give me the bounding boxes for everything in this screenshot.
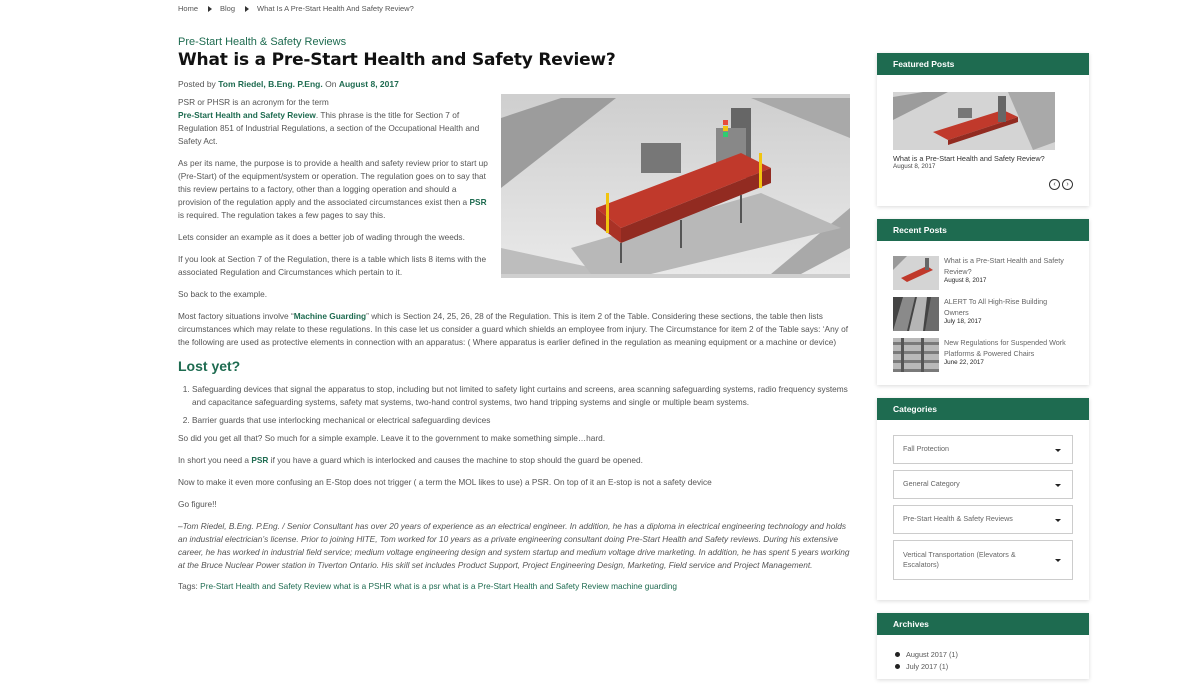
paragraph-5: So back to the example. [178,289,268,299]
paragraph-3: Lets consider an example as it does a be… [178,232,465,242]
slider-nav: ‹ › [1049,179,1073,190]
psr-term-link[interactable]: Pre-Start Health and Safety Review [178,110,316,120]
categories-heading: Categories [877,398,1089,420]
archive-item[interactable]: August 2017 (1) [895,649,1071,660]
recent-post-title[interactable]: What is a Pre-Start Health and Safety Re… [944,256,1073,277]
author-bio: –Tom Riedel, B.Eng. P.Eng. / Senior Cons… [178,521,850,570]
paragraph-10: Go figure!! [178,499,217,509]
recent-post-thumbnail[interactable] [893,297,939,331]
chevron-down-icon [1055,518,1061,522]
category-dropdown-fall-protection[interactable]: Fall Protection [893,435,1073,464]
archive-item[interactable]: July 2017 (1) [895,661,1071,672]
recent-post-item[interactable]: New Regulations for Suspended Work Platf… [893,338,1073,372]
paragraph-4: If you look at Section 7 of the Regulati… [178,254,487,277]
tag-link[interactable]: what is a psr [394,581,441,591]
recent-post-title[interactable]: New Regulations for Suspended Work Platf… [944,338,1073,359]
paragraph-2: As per its name, the purpose is to provi… [178,158,488,220]
recent-posts-heading: Recent Posts [877,219,1089,241]
breadcrumb: Home Blog What Is A Pre-Start Health And… [178,4,414,13]
recent-post-item[interactable]: ALERT To All High-Rise Building Owners J… [893,297,1073,331]
featured-posts-widget: Featured Posts What is a Pre-Start Healt… [877,53,1089,206]
category-dropdown-general[interactable]: General Category [893,470,1073,499]
machine-guarding-link[interactable]: Machine Guarding [294,311,366,321]
category-dropdown-vertical-transportation[interactable]: Vertical Transportation (Elevators & Esc… [893,540,1073,580]
machine-illustration [501,98,850,274]
paragraph-9: Now to make it even more confusing an E-… [178,477,712,487]
tags: Tags: Pre-Start Health and Safety Review… [178,581,850,591]
recent-post-title[interactable]: ALERT To All High-Rise Building Owners [944,297,1073,318]
featured-post-date: August 8, 2017 [893,163,936,170]
tag-link[interactable]: what is a Pre-Start Health and Safety Re… [443,581,609,591]
recent-post-thumbnail[interactable] [893,256,939,290]
list-item: Safeguarding devices that signal the app… [192,383,850,409]
page-title: What is a Pre-Start Health and Safety Re… [178,50,616,70]
chevron-down-icon [1055,448,1061,452]
psr-link[interactable]: PSR [470,197,487,207]
section-heading-lost-yet: Lost yet? [178,358,241,374]
categories-widget: Categories Fall Protection General Categ… [877,398,1089,600]
archives-widget: Archives August 2017 (1) July 2017 (1) [877,613,1089,679]
paragraph-7: So did you get all that? So much for a s… [178,433,606,443]
featured-posts-heading: Featured Posts [877,53,1089,75]
circumstances-list: Safeguarding devices that signal the app… [178,383,850,427]
author-link[interactable]: Tom Riedel, B.Eng. P.Eng. [218,79,323,89]
tag-link[interactable]: what is a PSHR [333,581,391,591]
recent-post-date: June 22, 2017 [944,359,984,366]
posted-by-label: Posted by [178,79,216,89]
breadcrumb-arrow-icon [208,5,213,12]
bullet-icon [895,652,900,657]
psr-link-2[interactable]: PSR [251,455,268,465]
hero-image-machine-guarding [501,94,850,278]
tag-link[interactable]: Pre-Start Health and Safety Review [200,581,331,591]
tag-link[interactable]: machine guarding [611,581,677,591]
chevron-down-icon [1055,483,1061,487]
breadcrumb-arrow-icon [245,5,250,12]
post-date[interactable]: August 8, 2017 [339,79,399,89]
recent-post-thumbnail[interactable] [893,338,939,372]
breadcrumb-current: What Is A Pre-Start Health And Safety Re… [257,4,414,13]
featured-post-image[interactable] [893,92,1055,150]
featured-machine-thumbnail [893,92,1055,150]
paragraph-1: PSR or PHSR is an acronym for the term P… [178,97,480,146]
article-category[interactable]: Pre-Start Health & Safety Reviews [178,36,850,48]
bullet-icon [895,664,900,669]
tags-label: Tags: [178,581,198,591]
sidebar: Featured Posts What is a Pre-Start Healt… [877,53,1089,692]
on-label: On [325,79,337,89]
breadcrumb-blog[interactable]: Blog [220,4,235,13]
article: Pre-Start Health & Safety Reviews What i… [178,36,850,591]
chevron-down-icon [1055,559,1061,562]
recent-posts-widget: Recent Posts What is a Pre-Start Health … [877,219,1089,385]
recent-post-date: July 18, 2017 [944,318,982,325]
breadcrumb-home[interactable]: Home [178,4,198,13]
recent-post-item[interactable]: What is a Pre-Start Health and Safety Re… [893,256,1073,290]
slider-next-icon[interactable]: › [1062,179,1073,190]
recent-post-date: August 8, 2017 [944,277,987,284]
slider-prev-icon[interactable]: ‹ [1049,179,1060,190]
list-item: Barrier guards that use interlocking mec… [192,414,850,427]
article-intro: PSR or PHSR is an acronym for the term P… [178,94,850,301]
paragraph-6: Most factory situations involve “Machine… [178,311,849,347]
archives-heading: Archives [877,613,1089,635]
featured-post-title[interactable]: What is a Pre-Start Health and Safety Re… [893,154,1073,163]
category-dropdown-pre-start[interactable]: Pre-Start Health & Safety Reviews [893,505,1073,534]
article-meta: Posted by Tom Riedel, B.Eng. P.Eng. On A… [178,79,850,89]
paragraph-8: In short you need a PSR if you have a gu… [178,455,643,465]
